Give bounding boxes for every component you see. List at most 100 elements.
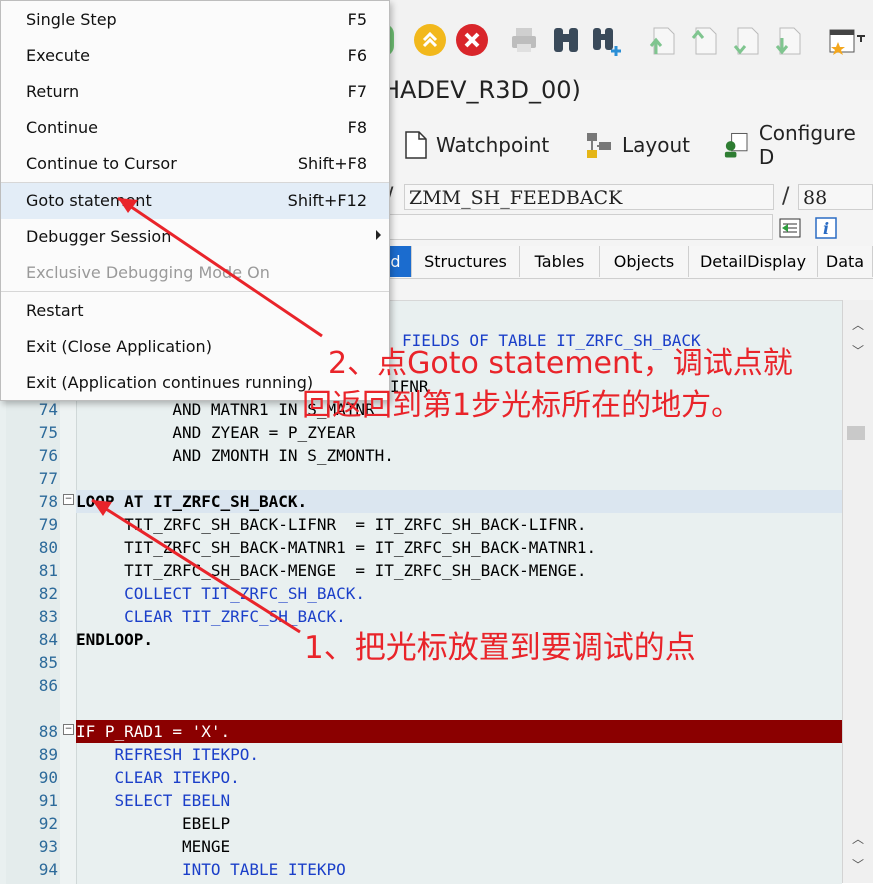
code-text: MENGE	[76, 837, 231, 856]
tab-data[interactable]: Data	[818, 246, 873, 277]
configure-label: Configure D	[758, 121, 856, 169]
menu-separator	[1, 291, 389, 292]
line-number: 79	[38, 515, 58, 534]
code-line-76: AND ZMONTH IN S_ZMONTH.	[76, 444, 842, 467]
tab-structures[interactable]: Structures	[412, 246, 520, 277]
line-number: 75	[38, 423, 58, 442]
annotation-step2-line2: 回返回到第1步光标所在的地方。	[302, 388, 742, 423]
code-line-88-breakpoint[interactable]: IF P_RAD1 = 'X'.	[76, 720, 842, 743]
line-number: 78	[38, 492, 58, 511]
printer-icon[interactable]	[508, 24, 538, 58]
vertical-scrollbar[interactable]: ︿ ﹀ ︿ ﹀	[842, 300, 873, 883]
code-text: ENDLOOP.	[76, 630, 154, 649]
fold-toggle-icon[interactable]: −	[63, 724, 74, 735]
list-arrow-icon[interactable]	[778, 216, 802, 240]
line-number: 93	[38, 837, 58, 856]
line-number: 89	[38, 745, 58, 764]
code-line-78-cursor[interactable]: LOOP AT IT_ZRFC_SH_BACK.	[76, 490, 842, 513]
line-number: 86	[38, 676, 58, 695]
line-number: 88	[38, 722, 58, 741]
code-text: TIT_ZRFC_SH_BACK-LIFNR = IT_ZRFC_SH_BACK…	[76, 515, 587, 534]
code-text: REFRESH ITEKPO.	[76, 745, 260, 764]
binoculars-plus-icon[interactable]	[590, 24, 621, 58]
window-title: HADEV_R3D_00)	[382, 76, 581, 104]
code-line-80: TIT_ZRFC_SH_BACK-MATNR1 = IT_ZRFC_SH_BAC…	[76, 536, 842, 559]
tab-tables[interactable]: Tables	[520, 246, 600, 277]
line-number: 74	[38, 400, 58, 419]
code-text: COLLECT TIT_ZRFC_SH_BACK.	[76, 584, 365, 603]
page-up-first-icon[interactable]	[646, 24, 676, 58]
secondary-field[interactable]	[380, 214, 773, 240]
line-number: 76	[38, 446, 58, 465]
annotation-step2-line1: 2、点Goto statement，调试点就	[328, 346, 793, 381]
button-row: Watchpoint Layout Configure D	[380, 118, 873, 174]
menu-item-continue-to-cursor[interactable]: Continue to Cursor Shift+F8	[1, 146, 389, 182]
scroll-up-icon[interactable]: ︿	[851, 832, 865, 846]
configure-icon	[724, 132, 748, 158]
menu-item-exclusive-debugging: Exclusive Debugging Mode On	[26, 263, 270, 282]
watchpoint-label: Watchpoint	[436, 133, 550, 157]
code-text: LOOP AT IT_ZRFC_SH_BACK.	[76, 492, 308, 511]
code-text: AND ZYEAR = P_ZYEAR	[76, 423, 356, 442]
line-number: 94	[38, 860, 58, 879]
annotation-step1: 1、把光标放置到要调试的点	[304, 630, 696, 666]
code-text: CLEAR ITEKPO.	[76, 768, 240, 787]
code-line-94: INTO TABLE ITEKPO	[76, 858, 842, 881]
line-field[interactable]: 88	[798, 184, 873, 210]
menu-item-goto-statement[interactable]: Goto statement Shift+F12	[1, 183, 389, 219]
code-text: AND ZMONTH IN S_ZMONTH.	[76, 446, 394, 465]
line-number: 91	[38, 791, 58, 810]
page-down-last-icon[interactable]	[772, 24, 802, 58]
code-line-91: SELECT EBELN	[76, 789, 842, 812]
bookmark-star-icon[interactable]	[826, 24, 866, 58]
submenu-arrow-icon	[376, 230, 381, 240]
line-number: 82	[38, 584, 58, 603]
menu-item-continue[interactable]: Continue F8	[1, 110, 389, 146]
code-line-90: CLEAR ITEKPO.	[76, 766, 842, 789]
code-line-79: TIT_ZRFC_SH_BACK-LIFNR = IT_ZRFC_SH_BACK…	[76, 513, 842, 536]
line-number: 85	[38, 653, 58, 672]
layout-button[interactable]: Layout	[584, 128, 690, 162]
red-cancel-icon[interactable]	[456, 24, 488, 56]
line-number: 90	[38, 768, 58, 787]
scroll-down-icon[interactable]: ﹀	[851, 344, 865, 358]
layout-label: Layout	[622, 133, 690, 157]
debugger-window: HADEV_R3D_00) Watchpoint Layout Configur…	[0, 0, 873, 884]
code-line-81: TIT_ZRFC_SH_BACK-MENGE = IT_ZRFC_SH_BACK…	[76, 559, 842, 582]
separator-slash: /	[782, 184, 790, 209]
tab-detail-display[interactable]: DetailDisplay	[689, 246, 818, 277]
fold-toggle-icon[interactable]: −	[63, 494, 74, 505]
tab-objects[interactable]: Objects	[600, 246, 689, 277]
code-line-92: EBELP	[76, 812, 842, 835]
configure-button[interactable]: Configure D	[722, 121, 873, 169]
line-number: 83	[38, 607, 58, 626]
code-line-89: REFRESH ITEKPO.	[76, 743, 842, 766]
line-number: 81	[38, 561, 58, 580]
line-number: 92	[38, 814, 58, 833]
line-number: 84	[38, 630, 58, 649]
menu-item-single-step[interactable]: Single Step F5	[1, 2, 389, 38]
menu-item-execute[interactable]: Execute F6	[1, 38, 389, 74]
watchpoint-button[interactable]: Watchpoint	[404, 128, 549, 162]
program-field-row: / ZMM_SH_FEEDBACK / 88	[380, 182, 873, 212]
program-field[interactable]: ZMM_SH_FEEDBACK	[404, 184, 774, 210]
menu-item-return[interactable]: Return F7	[1, 74, 389, 110]
code-text: IF P_RAD1 = 'X'.	[76, 722, 231, 741]
menu-item-debugger-session[interactable]: Debugger Session	[1, 219, 389, 255]
document-icon	[405, 131, 427, 159]
code-text: SELECT EBELN	[76, 791, 231, 810]
code-line-75: AND ZYEAR = P_ZYEAR	[76, 421, 842, 444]
scroll-up-icon[interactable]: ︿	[851, 318, 865, 332]
scroll-thumb[interactable]	[847, 426, 865, 440]
binoculars-icon[interactable]	[550, 24, 580, 58]
page-up-icon[interactable]	[688, 24, 718, 58]
menu-item-restart[interactable]: Restart	[1, 293, 389, 329]
yellow-up-chevrons-icon[interactable]	[414, 24, 446, 56]
info-icon[interactable]: i	[814, 216, 838, 240]
toolbar	[374, 0, 873, 80]
scroll-down-icon[interactable]: ﹀	[851, 858, 865, 872]
code-line-82: COLLECT TIT_ZRFC_SH_BACK.	[76, 582, 842, 605]
page-down-icon[interactable]	[730, 24, 760, 58]
